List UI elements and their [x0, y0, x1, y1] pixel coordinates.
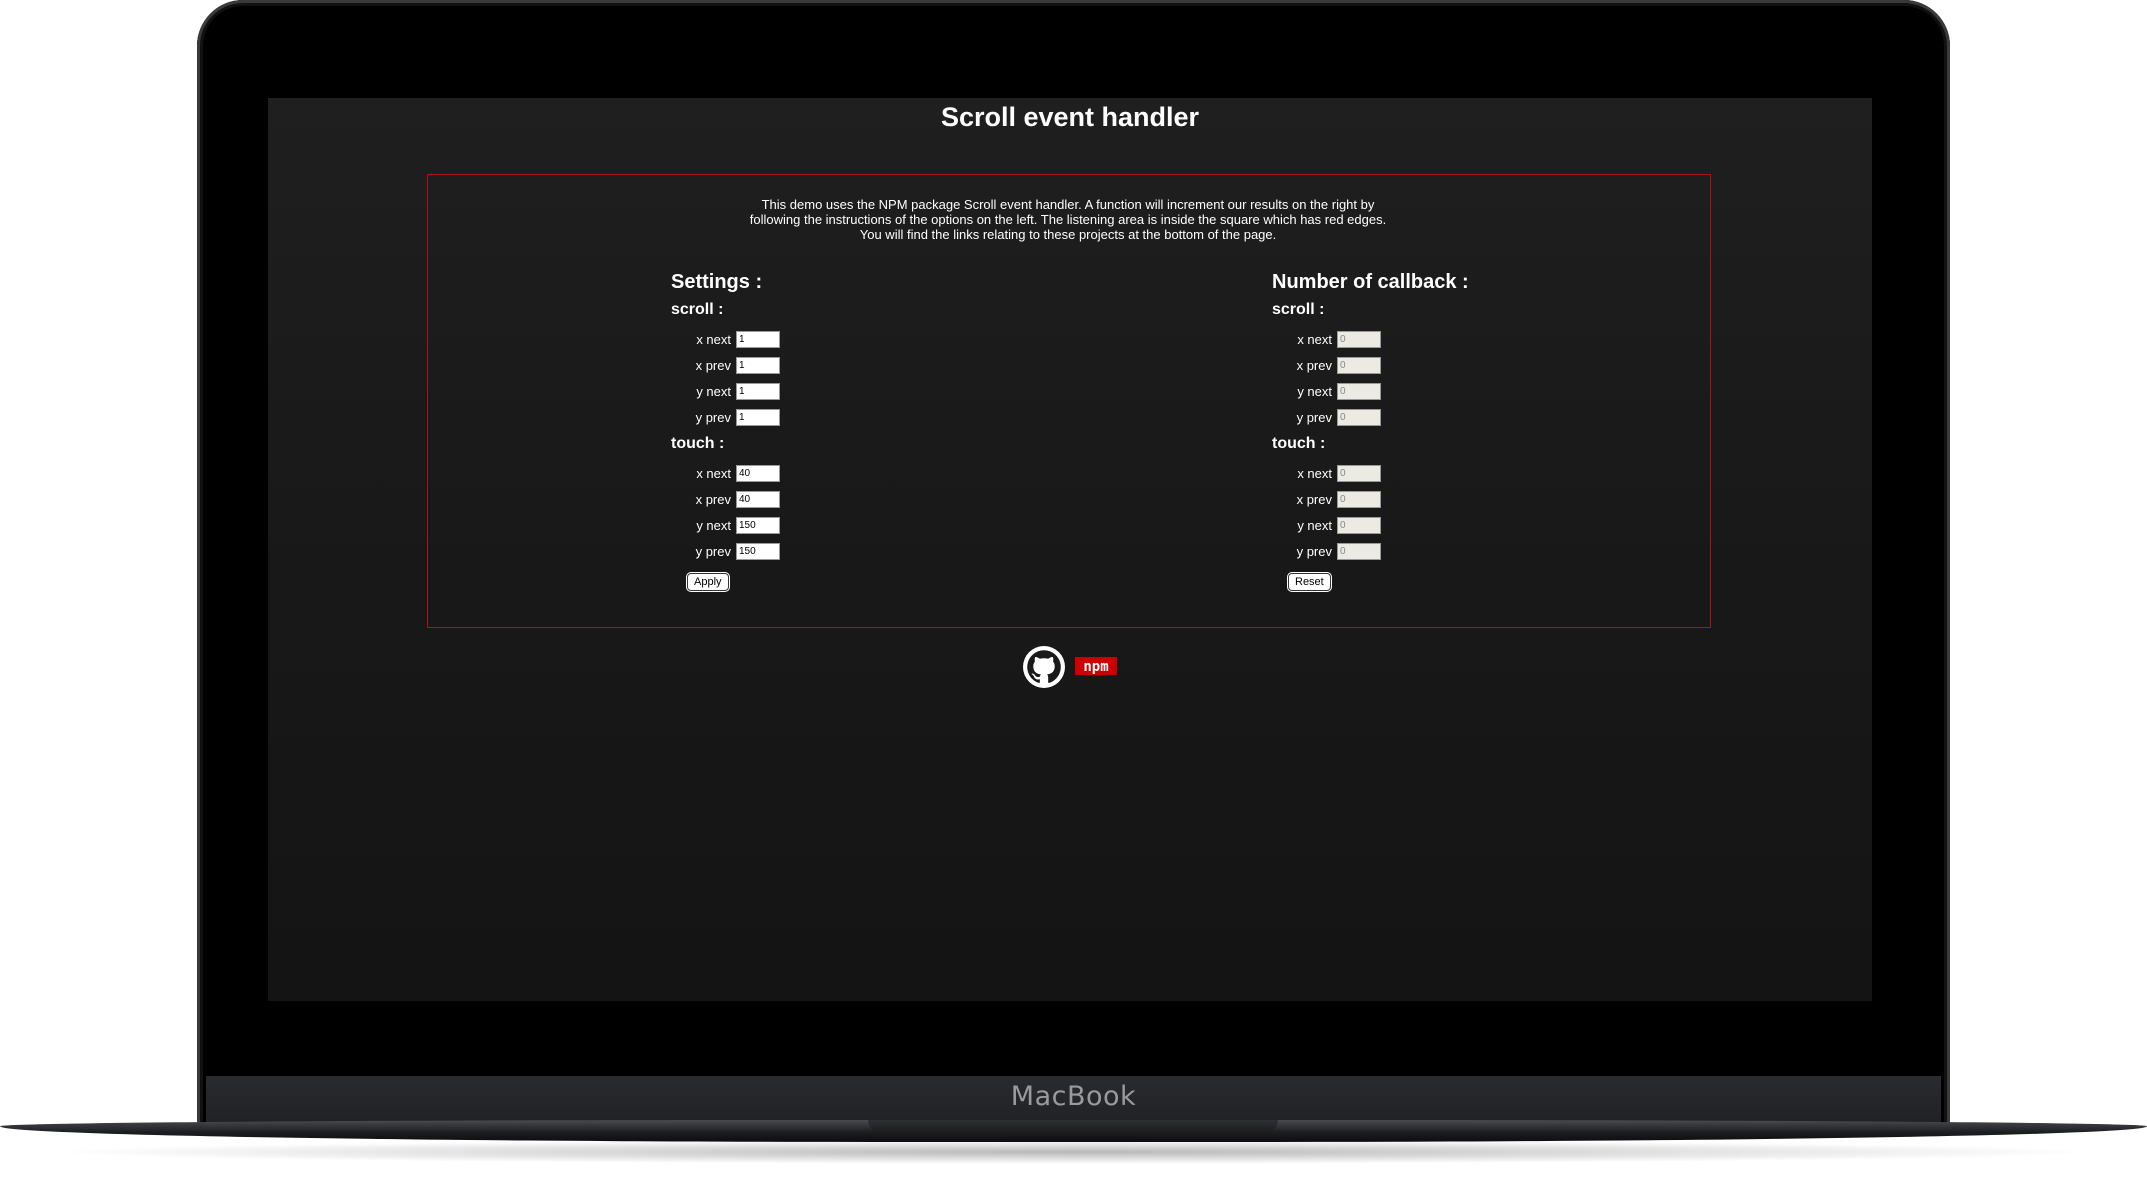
- apply-button[interactable]: Apply: [687, 573, 729, 591]
- settings-scroll-y-prev-row: y prev: [671, 404, 1071, 430]
- settings-scroll-x-next-row: x next: [671, 326, 1071, 352]
- settings-touch-y-prev-row: y prev: [671, 538, 1071, 564]
- field-label: y next: [696, 383, 731, 399]
- callbacks-scroll-y-next-output: [1337, 382, 1381, 400]
- settings-touch-x-prev-row: x prev: [671, 486, 1071, 512]
- callbacks-touch-y-next-output: [1337, 516, 1381, 534]
- callbacks-scroll-heading: scroll :: [1272, 301, 1325, 318]
- callbacks-column: Number of callback : scroll : x next x p…: [1272, 270, 1672, 591]
- settings-touch-y-next-input[interactable]: [736, 516, 780, 534]
- field-label: x next: [696, 465, 731, 481]
- github-link[interactable]: [1023, 646, 1065, 688]
- settings-scroll-x-next-input[interactable]: [736, 330, 780, 348]
- field-label: y next: [696, 517, 731, 533]
- settings-touch-x-next-input[interactable]: [736, 464, 780, 482]
- callbacks-scroll-y-prev-row: y prev: [1272, 404, 1672, 430]
- callbacks-scroll-y-prev-output: [1337, 408, 1381, 426]
- listening-area[interactable]: This demo uses the NPM package Scroll ev…: [427, 174, 1711, 628]
- settings-column: Settings : scroll : x next x prev y next…: [671, 270, 1071, 591]
- callbacks-touch-x-next-output: [1337, 464, 1381, 482]
- intro-text: This demo uses the NPM package Scroll ev…: [749, 197, 1387, 242]
- callbacks-scroll-x-next-row: x next: [1272, 326, 1672, 352]
- npm-link[interactable]: npm: [1075, 657, 1117, 675]
- callbacks-touch-y-prev-row: y prev: [1272, 538, 1672, 564]
- callbacks-touch-heading: touch :: [1272, 435, 1326, 452]
- field-label: x prev: [1296, 357, 1332, 373]
- settings-scroll-y-prev-input[interactable]: [736, 408, 780, 426]
- settings-touch-y-prev-input[interactable]: [736, 542, 780, 560]
- field-label: y prev: [695, 409, 731, 425]
- callbacks-scroll-x-next-output: [1337, 330, 1381, 348]
- callbacks-touch-y-next-row: y next: [1272, 512, 1672, 538]
- field-label: x next: [1297, 331, 1332, 347]
- field-label: x prev: [695, 357, 731, 373]
- callbacks-scroll-x-prev-output: [1337, 356, 1381, 374]
- brand-label: MacBook: [1010, 1081, 1137, 1112]
- field-label: y prev: [1296, 543, 1332, 559]
- field-label: y next: [1297, 517, 1332, 533]
- field-label: y prev: [695, 543, 731, 559]
- github-icon: [1023, 646, 1065, 688]
- laptop-shadow: [40, 1140, 2107, 1164]
- callbacks-touch-y-prev-output: [1337, 542, 1381, 560]
- settings-touch-heading: touch :: [671, 435, 725, 452]
- callbacks-touch-x-prev-row: x prev: [1272, 486, 1672, 512]
- footer-links: npm: [268, 646, 1872, 688]
- field-label: x next: [1297, 465, 1332, 481]
- field-label: y next: [1297, 383, 1332, 399]
- page-title: Scroll event handler: [940, 102, 1200, 132]
- callbacks-scroll-x-prev-row: x prev: [1272, 352, 1672, 378]
- settings-touch-y-next-row: y next: [671, 512, 1071, 538]
- settings-scroll-x-prev-row: x prev: [671, 352, 1071, 378]
- field-label: x prev: [1296, 491, 1332, 507]
- settings-heading: Settings :: [671, 271, 763, 293]
- settings-scroll-x-prev-input[interactable]: [736, 356, 780, 374]
- callbacks-touch-x-prev-output: [1337, 490, 1381, 508]
- field-label: x prev: [695, 491, 731, 507]
- settings-touch-x-next-row: x next: [671, 460, 1071, 486]
- callbacks-heading: Number of callback :: [1272, 271, 1469, 293]
- settings-scroll-heading: scroll :: [671, 301, 724, 318]
- browser-viewport: Scroll event handler This demo uses the …: [268, 98, 1872, 1001]
- npm-logo-text: npm: [1083, 659, 1108, 675]
- field-label: y prev: [1296, 409, 1332, 425]
- callbacks-touch-x-next-row: x next: [1272, 460, 1672, 486]
- callbacks-scroll-y-next-row: y next: [1272, 378, 1672, 404]
- laptop-notch: [868, 1120, 1278, 1134]
- field-label: x next: [696, 331, 731, 347]
- settings-scroll-y-next-input[interactable]: [736, 382, 780, 400]
- settings-scroll-y-next-row: y next: [671, 378, 1071, 404]
- reset-button[interactable]: Reset: [1288, 573, 1331, 591]
- npm-logo: npm: [1075, 657, 1117, 675]
- settings-touch-x-prev-input[interactable]: [736, 490, 780, 508]
